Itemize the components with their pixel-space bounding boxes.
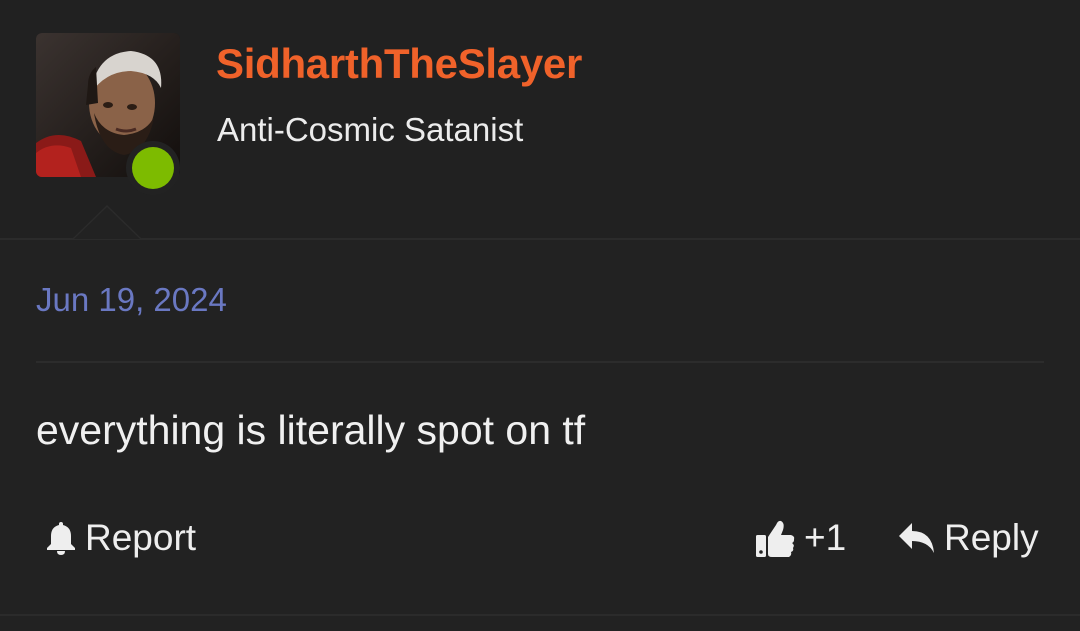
bell-icon (45, 520, 85, 556)
username-link[interactable]: SidharthTheSlayer (216, 40, 582, 88)
bottom-divider (0, 614, 1080, 616)
speech-notch (72, 205, 142, 239)
online-status-indicator (126, 141, 180, 195)
report-button[interactable]: Report (45, 515, 196, 561)
header-divider (0, 238, 1080, 240)
post-date-link[interactable]: Jun 19, 2024 (36, 281, 227, 319)
like-count: +1 (804, 517, 847, 558)
reply-button[interactable]: Reply (898, 515, 1039, 561)
report-label: Report (85, 517, 197, 558)
user-title: Anti-Cosmic Satanist (217, 111, 524, 148)
reply-label: Reply (944, 517, 1039, 558)
post-container: SidharthTheSlayer Anti-Cosmic Satanist J… (0, 0, 1080, 631)
message-body: everything is literally spot on tf (36, 407, 586, 453)
thumbs-up-icon (754, 517, 804, 559)
date-divider (36, 361, 1044, 363)
like-button[interactable]: +1 (754, 515, 846, 561)
user-header: SidharthTheSlayer Anti-Cosmic Satanist (0, 0, 1080, 238)
reply-arrow-icon (898, 521, 944, 555)
